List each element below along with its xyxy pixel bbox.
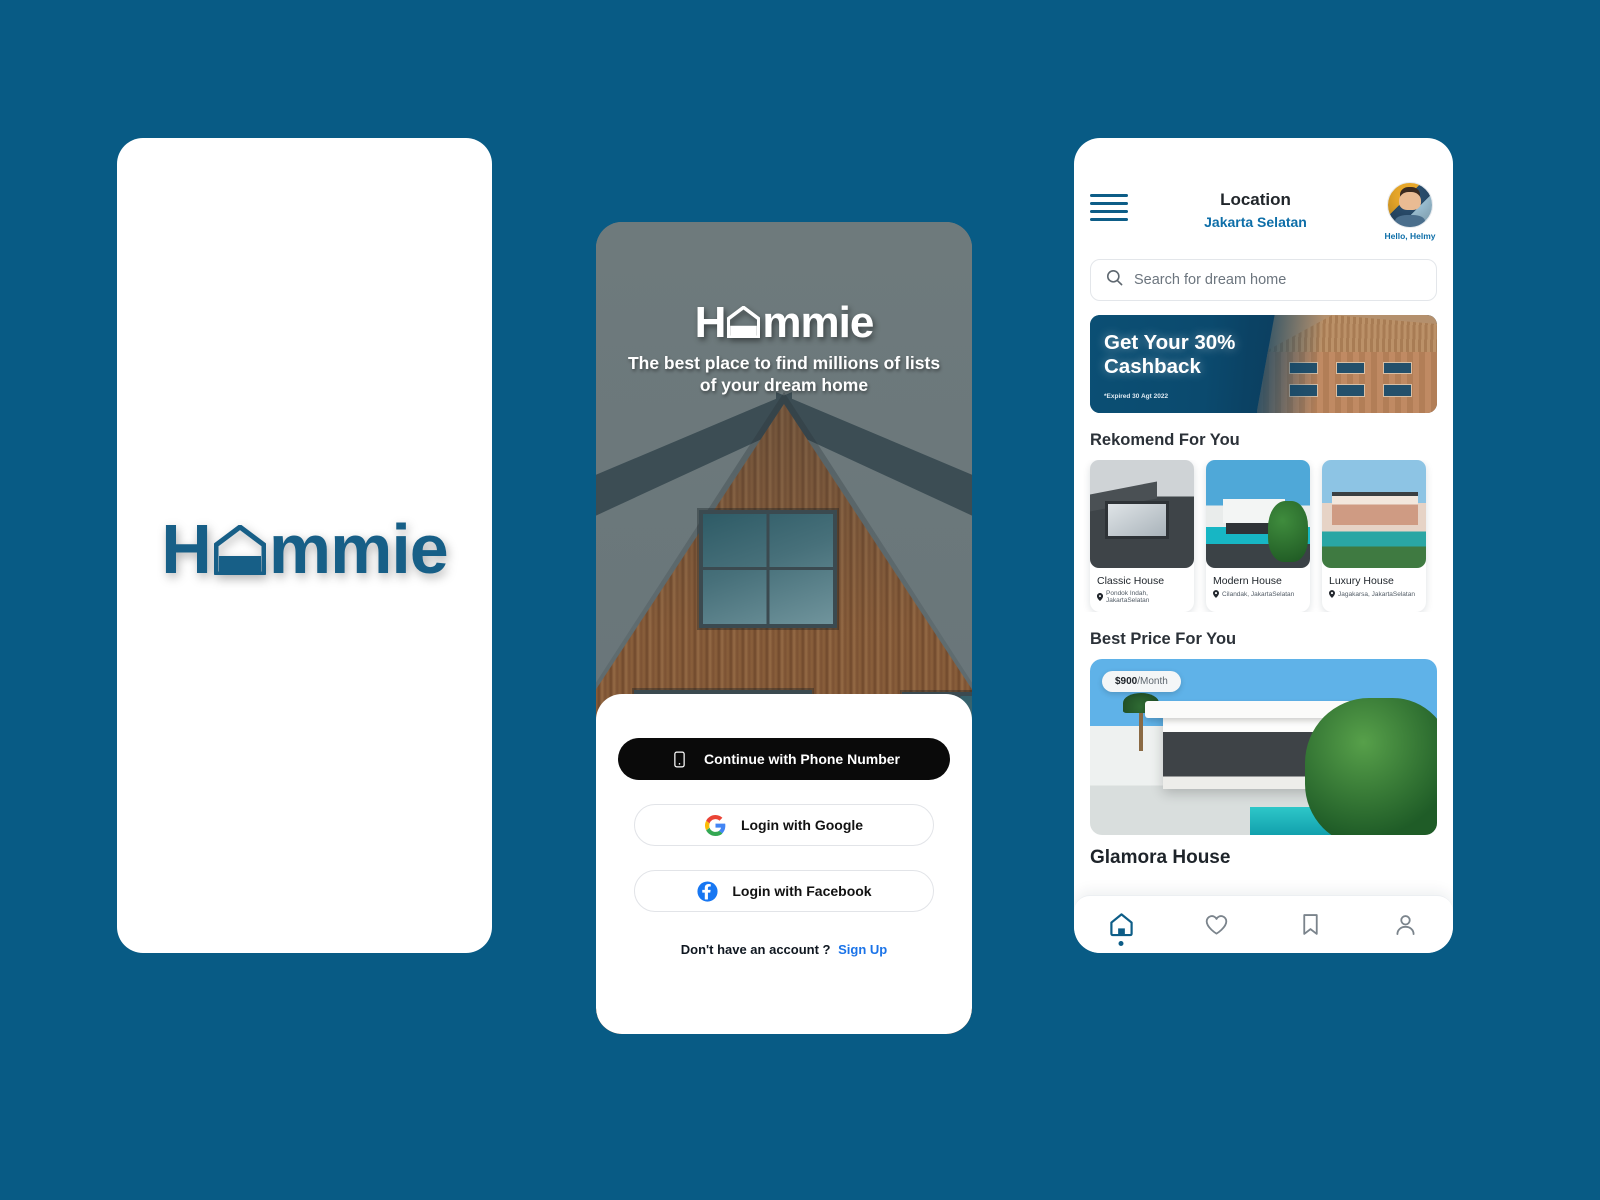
property-location-row: Jagakarsa, JakartaSelatan (1322, 587, 1426, 598)
promo-banner[interactable]: Get Your 30% Cashback *Expired 30 Agt 20… (1090, 315, 1437, 413)
logo-letter-h: H (694, 298, 727, 347)
tab-favorites[interactable] (1189, 905, 1243, 945)
property-location: Pondok Indah, JakartaSelatan (1106, 590, 1150, 604)
recommend-section-title: Rekomend For You (1090, 431, 1240, 449)
search-bar[interactable] (1090, 259, 1437, 301)
property-name: Classic House (1097, 575, 1165, 587)
splash-logo: Hommie H mmie (161, 509, 449, 588)
palm-tree (1122, 692, 1159, 751)
property-location: Cilandak, JakartaSelatan (1222, 590, 1295, 598)
price-period: /Month (1137, 676, 1168, 687)
banner-headline-line2: Cashback (1104, 354, 1201, 378)
search-input[interactable] (1134, 272, 1422, 288)
best-price-card[interactable]: $900/Month (1090, 659, 1437, 835)
google-icon (705, 814, 727, 836)
continue-with-phone-button[interactable]: Continue with Phone Number (618, 738, 950, 780)
logo-letter-h: H (161, 509, 212, 588)
login-with-facebook-button[interactable]: Login with Facebook (634, 870, 934, 912)
banner-expiry: *Expired 30 Agt 2022 (1104, 392, 1169, 400)
tab-profile[interactable] (1379, 905, 1433, 945)
best-price-section-title: Best Price For You (1090, 630, 1237, 648)
login-sheet: Continue with Phone Number Login with Go… (596, 694, 972, 1034)
menu-bar (1090, 218, 1128, 221)
heart-icon (1205, 915, 1227, 935)
menu-bar (1090, 202, 1128, 205)
tagline: The best place to find millions of lists… (627, 352, 941, 396)
splash-screen: Hommie H mmie (117, 138, 492, 953)
bottom-tabbar (1074, 895, 1453, 953)
property-location-row: Cilandak, JakartaSelatan (1206, 587, 1310, 598)
location-pin-icon (1097, 593, 1103, 601)
property-location-row: Pondok Indah, JakartaSelatan (1090, 587, 1194, 604)
signup-row: Don't have an account ? Sign Up (634, 942, 934, 957)
bookmark-icon (1303, 914, 1319, 935)
login-with-google-button[interactable]: Login with Google (634, 804, 934, 846)
home-screen: Location Jakarta Selatan Hello, Helmy Se… (1074, 138, 1453, 953)
property-card[interactable]: Luxury House Jagakarsa, JakartaSelatan (1322, 460, 1426, 612)
house-icon (726, 299, 761, 339)
price-amount: $900 (1115, 676, 1138, 687)
property-name: Luxury House (1329, 575, 1394, 587)
profile-area[interactable]: Hello, Helmy (1383, 182, 1437, 241)
sign-up-link[interactable]: Sign Up (838, 942, 887, 957)
property-card[interactable]: Modern House Cilandak, JakartaSelatan (1206, 460, 1310, 612)
location-selector[interactable]: Location Jakarta Selatan (1128, 182, 1383, 230)
property-location: Jagakarsa, JakartaSelatan (1338, 590, 1415, 598)
menu-bar (1090, 210, 1128, 213)
active-tab-indicator (1118, 940, 1124, 946)
signup-prompt: Don't have an account ? (680, 942, 831, 957)
logo-suffix: mmie (268, 509, 449, 588)
property-name: Modern House (1213, 575, 1282, 587)
search-icon (1105, 268, 1124, 292)
property-thumbnail (1206, 460, 1310, 568)
banner-text: Get Your 30% Cashback *Expired 30 Agt 20… (1104, 331, 1235, 400)
hero-copy: H mmie The best place to find millions o… (596, 298, 972, 396)
property-card[interactable]: Classic House Pondok Indah, JakartaSelat… (1090, 460, 1194, 612)
foliage (1305, 697, 1437, 835)
property-thumbnail (1322, 460, 1426, 568)
onboarding-screen: H mmie The best place to find millions o… (596, 222, 972, 1034)
brand-logo: Hommie H mmie (161, 509, 449, 588)
location-value: Jakarta Selatan (1204, 214, 1307, 230)
home-topbar: Location Jakarta Selatan Hello, Helmy (1074, 138, 1453, 241)
location-label: Location (1220, 190, 1291, 209)
design-canvas: Hommie H mmie (0, 0, 1600, 1200)
hamburger-menu-icon[interactable] (1090, 182, 1128, 226)
greeting-text: Hello, Helmy (1384, 231, 1436, 241)
banner-headline-line1: Get Your 30% (1104, 331, 1236, 354)
menu-bar (1090, 194, 1128, 197)
window (698, 510, 837, 628)
phone-icon (668, 748, 690, 770)
recommend-card-row: Classic House Pondok Indah, JakartaSelat… (1074, 460, 1453, 612)
button-label: Login with Google (740, 817, 864, 833)
property-thumbnail (1090, 460, 1194, 568)
location-pin-icon (1329, 590, 1335, 598)
home-icon (1110, 913, 1133, 937)
button-label: Continue with Phone Number (704, 751, 900, 767)
button-label: Login with Facebook (732, 883, 872, 899)
person-icon (1396, 915, 1415, 936)
logo-suffix: mmie (762, 298, 874, 347)
best-price-property-name: Glamora House (1090, 847, 1231, 868)
house-icon (213, 511, 267, 577)
avatar[interactable] (1387, 182, 1433, 228)
tab-home[interactable] (1094, 905, 1148, 946)
brand-logo: H mmie (694, 298, 875, 347)
facebook-icon (696, 880, 718, 902)
price-badge: $900/Month (1102, 671, 1181, 692)
tab-saved[interactable] (1284, 905, 1338, 945)
location-pin-icon (1213, 590, 1219, 598)
